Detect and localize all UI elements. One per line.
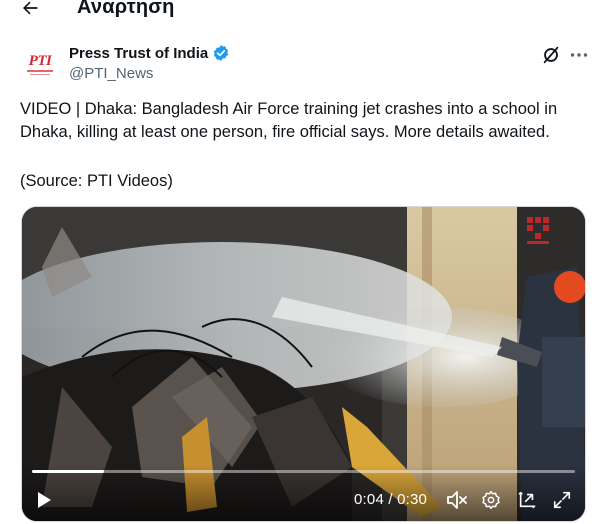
- video-player[interactable]: 0:04 / 0:30: [21, 206, 586, 522]
- play-icon: [38, 492, 51, 508]
- settings-gear-icon: [482, 490, 500, 510]
- author-name: Press Trust of India: [69, 44, 209, 62]
- settings-button[interactable]: [480, 489, 502, 511]
- post-author: PTI Press Trust of India @PTI_News: [20, 42, 590, 86]
- fullscreen-button[interactable]: [551, 489, 573, 511]
- page-header: Αναρτηση: [0, 0, 597, 28]
- picture-in-picture-icon: [518, 491, 536, 509]
- verified-badge-icon: [214, 45, 229, 61]
- mute-button[interactable]: [445, 489, 469, 511]
- post-source-text: (Source: PTI Videos): [20, 172, 173, 190]
- volume-muted-icon: [447, 491, 467, 509]
- avatar[interactable]: PTI: [20, 44, 60, 84]
- video-controls: 0:04 / 0:30: [22, 465, 585, 521]
- video-progress-bar[interactable]: [32, 470, 575, 473]
- more-options-button[interactable]: [567, 44, 591, 66]
- play-button[interactable]: [34, 489, 54, 511]
- avatar-line: [30, 73, 50, 75]
- video-time: 0:04 / 0:30: [354, 491, 428, 508]
- back-button[interactable]: [16, 0, 44, 22]
- video-progress-fill: [32, 470, 105, 473]
- fullscreen-expand-icon: [553, 491, 571, 509]
- author-handle[interactable]: @PTI_News: [69, 65, 153, 82]
- avatar-logo: PTI: [28, 52, 52, 69]
- pti-watermark-logo: [527, 217, 549, 244]
- page-title: Αναρτηση: [77, 0, 175, 18]
- avatar-line: [27, 69, 53, 72]
- author-name-link[interactable]: Press Trust of India: [69, 44, 230, 62]
- post-page: Αναρτηση PTI Press Trust of India @PTI_N…: [0, 0, 597, 524]
- arrow-left-icon: [23, 1, 38, 15]
- picture-in-picture-button[interactable]: [516, 489, 538, 511]
- more-dots-icon: [570, 53, 588, 57]
- post-text: VIDEO | Dhaka: Bangladesh Air Force trai…: [20, 100, 558, 141]
- grok-icon[interactable]: [540, 44, 562, 66]
